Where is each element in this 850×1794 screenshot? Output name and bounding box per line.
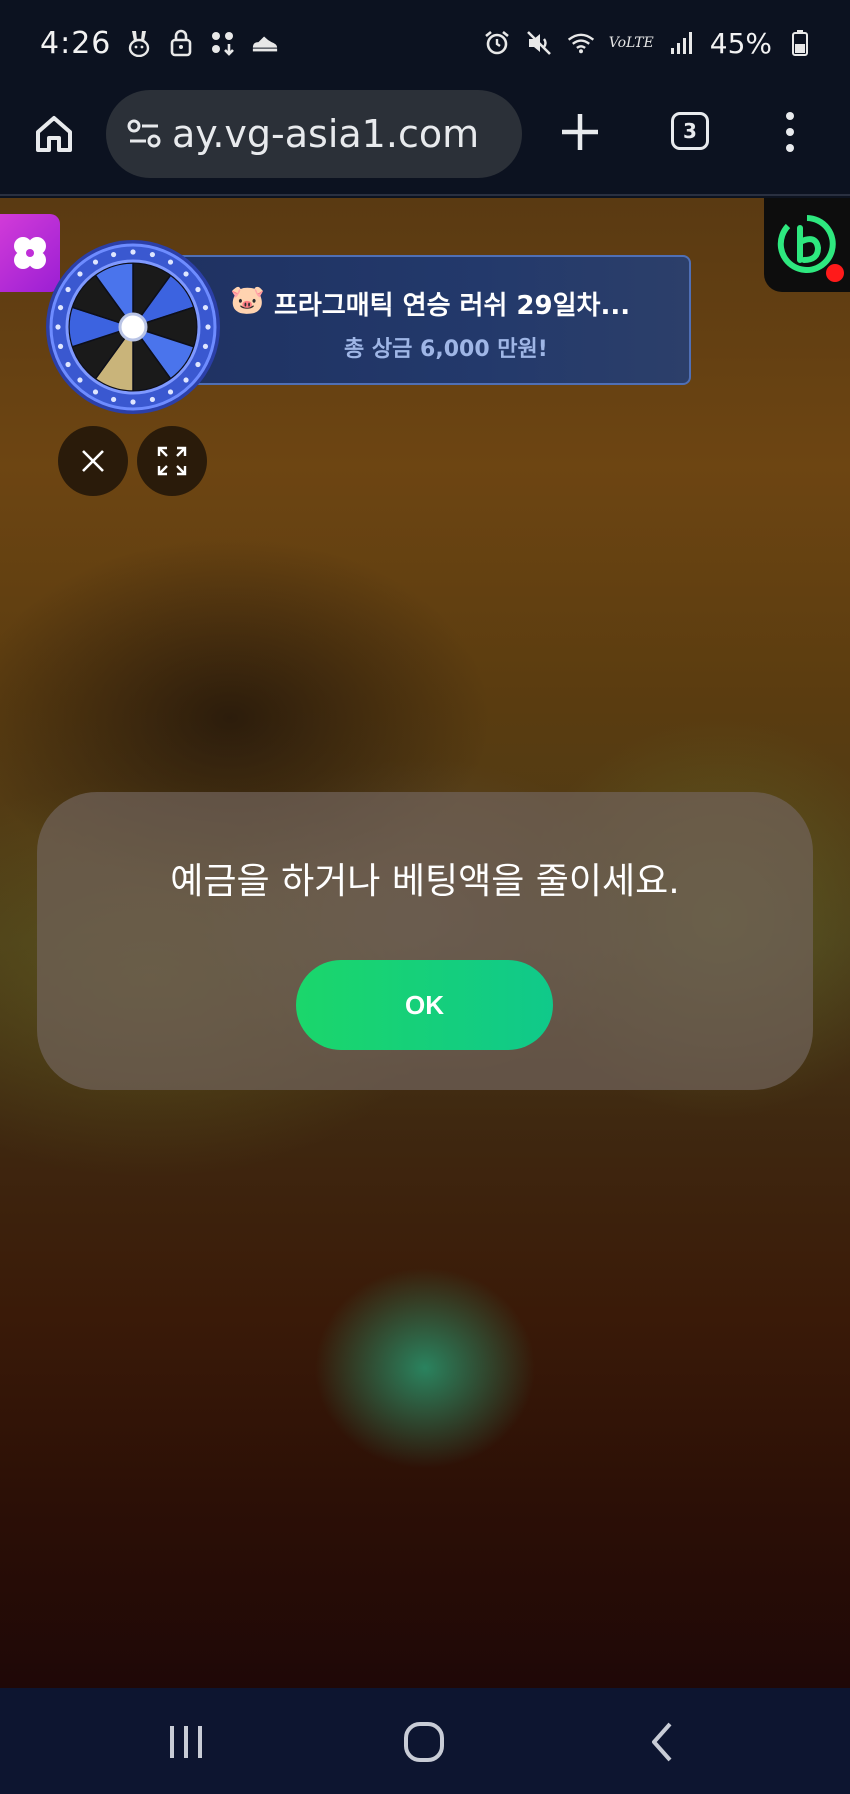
status-left: 4:26	[40, 26, 279, 61]
wheel-stud	[65, 361, 71, 368]
wheel-stud	[130, 249, 136, 255]
wheel-stud	[202, 304, 209, 311]
site-settings-icon[interactable]	[124, 114, 164, 154]
wheel-stud	[77, 377, 83, 383]
apps-icon	[209, 29, 237, 57]
wheel-stud	[130, 399, 136, 405]
fullscreen-button[interactable]	[137, 426, 207, 496]
wheel-stud	[110, 396, 117, 403]
url-text: ay.vg-asia1.com	[172, 112, 480, 156]
promo-banner[interactable]: 🐷 프라그매틱 연승 러쉬 29일차... 총 상금 6,000 만원!	[168, 255, 691, 385]
status-bar: 4:26 VoLTE 45%	[0, 0, 850, 86]
close-button[interactable]	[58, 426, 128, 496]
new-tab-button[interactable]	[558, 110, 602, 154]
ok-button[interactable]: OK	[296, 960, 553, 1050]
wheel-stud	[57, 304, 64, 311]
wheel-stud	[183, 271, 189, 277]
status-time: 4:26	[40, 25, 112, 61]
wifi-icon	[567, 29, 595, 57]
notification-dot	[826, 264, 844, 282]
wheel-stud	[77, 271, 83, 277]
wheel-stud	[65, 286, 71, 293]
battery-percent: 45%	[709, 26, 772, 60]
promo-subtitle: 총 상금 6,000 만원!	[344, 337, 548, 362]
prize-wheel-icon[interactable]	[44, 238, 222, 416]
back-icon	[652, 1722, 672, 1762]
shoe-icon	[251, 29, 279, 57]
more-menu-button[interactable]	[780, 110, 800, 154]
plus-icon	[562, 114, 598, 150]
home-icon	[36, 116, 72, 152]
wheel-stud	[57, 343, 64, 350]
lock-icon	[167, 29, 195, 57]
wheel-stud	[195, 286, 201, 293]
battery-icon	[786, 29, 814, 57]
wheel-stud	[205, 324, 211, 330]
tab-switcher-button[interactable]: 3	[671, 112, 709, 150]
home-circle-icon	[404, 1722, 444, 1762]
wheel-stud	[183, 377, 189, 383]
status-right: VoLTE 45%	[483, 27, 814, 60]
wheel-stud	[149, 396, 156, 403]
mute-icon	[525, 29, 553, 57]
alarm-icon	[483, 29, 511, 57]
back-button[interactable]	[640, 1718, 688, 1766]
game-area[interactable]: 🐷 프라그매틱 연승 러쉬 29일차... 총 상금 6,000 만원! 예금을…	[0, 198, 850, 1688]
wheel-stud	[167, 259, 174, 265]
browser-toolbar: ay.vg-asia1.com 3	[0, 86, 850, 196]
wheel-stud	[92, 389, 99, 395]
promo-title: 프라그매틱 연승 러쉬 29일차...	[274, 291, 631, 321]
system-nav-bar	[0, 1688, 850, 1794]
wheel-stud	[55, 324, 61, 330]
dialog-message: 예금을 하거나 베팅액을 줄이세요.	[170, 861, 680, 902]
rabbit-icon	[125, 29, 153, 57]
wheel-stud	[92, 259, 99, 265]
more-vert-icon	[786, 112, 794, 152]
expand-icon	[157, 446, 187, 476]
wheel-stud	[167, 389, 174, 395]
wheel-stud	[202, 343, 209, 350]
wheel-stud	[149, 251, 156, 258]
volte-icon: VoLTE	[608, 35, 654, 51]
close-icon	[82, 450, 104, 472]
wheel-stud	[195, 361, 201, 368]
recents-button[interactable]	[162, 1718, 210, 1766]
wheel-stud	[110, 251, 117, 258]
system-home-button[interactable]	[400, 1718, 448, 1766]
browser-home-button[interactable]	[30, 110, 78, 158]
alert-dialog: 예금을 하거나 베팅액을 줄이세요. OK	[37, 792, 813, 1090]
address-bar[interactable]: ay.vg-asia1.com	[106, 90, 522, 178]
pig-icon: 🐷	[230, 283, 265, 316]
signal-icon	[668, 29, 696, 57]
recents-icon	[170, 1726, 202, 1758]
